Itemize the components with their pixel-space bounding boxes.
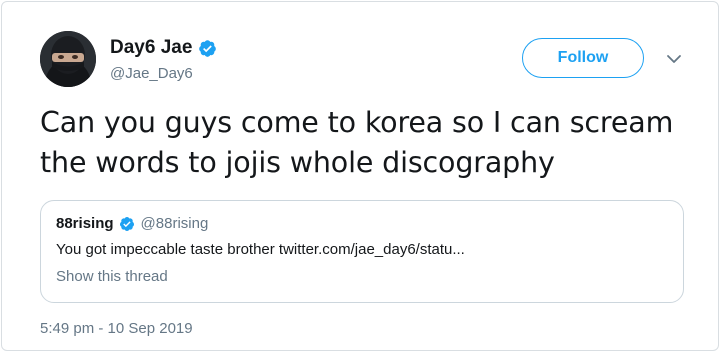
- quoted-tweet-card[interactable]: 88rising @88rising You got impeccable ta…: [40, 200, 684, 303]
- quoted-tweet-header: 88rising @88rising: [56, 215, 208, 232]
- tweet-text-line-2: the words to jojis whole discography: [40, 146, 555, 179]
- quoted-author-handle: @88rising: [140, 215, 209, 232]
- chevron-down-icon[interactable]: [665, 52, 683, 66]
- avatar[interactable]: [40, 31, 96, 87]
- quoted-tweet-text: You got impeccable taste brother twitter…: [56, 241, 465, 258]
- quoted-author-name: 88rising: [56, 215, 114, 232]
- author-display-name[interactable]: Day6 Jae: [110, 37, 192, 59]
- avatar-image: [40, 31, 96, 87]
- show-thread-link[interactable]: Show this thread: [56, 268, 168, 285]
- tweet-text: Can you guys come to korea so I can scre…: [40, 103, 700, 183]
- tweet-text-line-1: Can you guys come to korea so I can scre…: [40, 106, 674, 139]
- verified-badge-icon: [198, 39, 217, 58]
- tweet-card: Day6 Jae @Jae_Day6 Follow Can you guys c…: [1, 1, 719, 351]
- author-handle[interactable]: @Jae_Day6: [110, 65, 193, 83]
- verified-badge-icon: [119, 216, 135, 232]
- tweet-timestamp[interactable]: 5:49 pm - 10 Sep 2019: [40, 320, 193, 337]
- follow-button[interactable]: Follow: [522, 38, 644, 78]
- author-name-row: Day6 Jae: [110, 37, 217, 59]
